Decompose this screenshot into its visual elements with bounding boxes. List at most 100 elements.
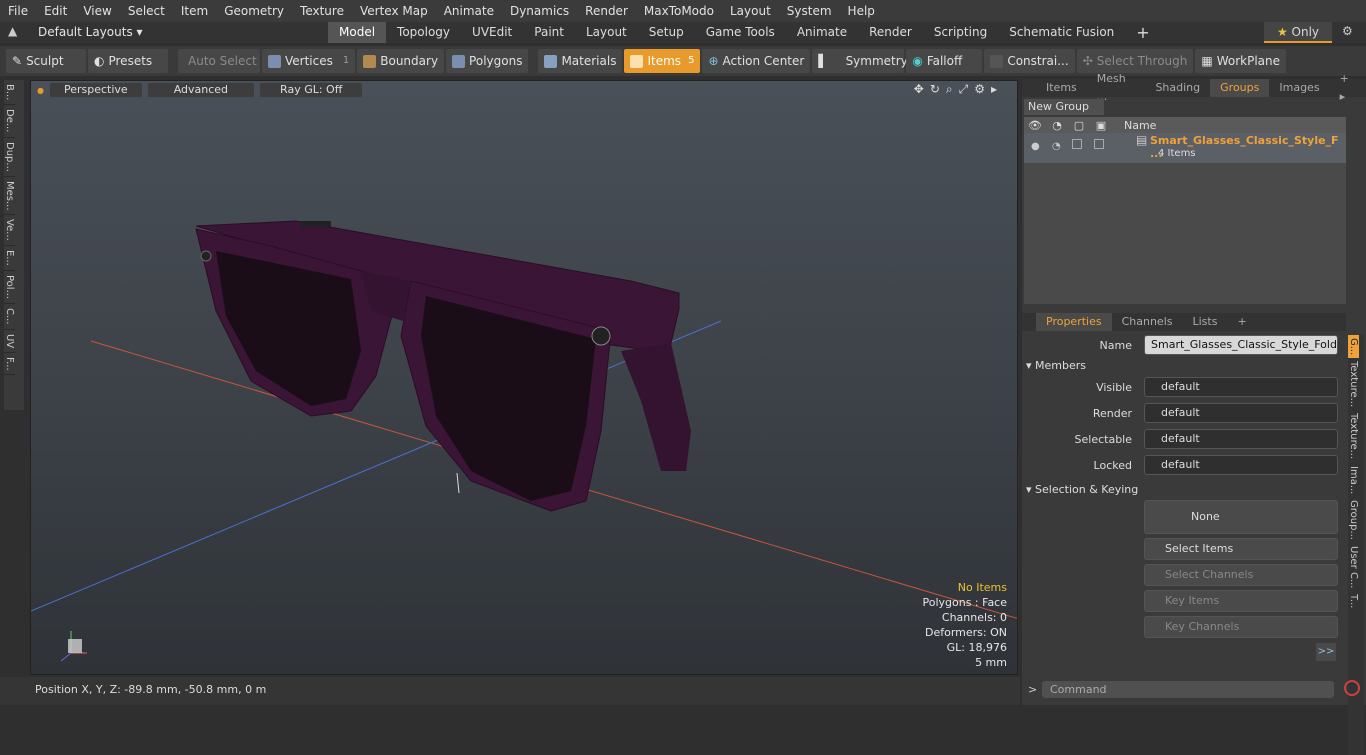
none-button[interactable]: None xyxy=(1144,500,1338,534)
locked-select[interactable]: default xyxy=(1144,455,1338,475)
materials-button[interactable]: Materials xyxy=(538,49,623,73)
left-tab-2[interactable]: De... xyxy=(4,105,15,138)
symmetry-button[interactable]: ▌ Symmetry xyxy=(812,49,908,73)
rtab-5[interactable]: Group... xyxy=(1348,497,1359,543)
menu-system[interactable]: System xyxy=(779,4,840,18)
command-input[interactable]: Command xyxy=(1042,681,1334,698)
key-items-button[interactable]: Key Items xyxy=(1144,590,1338,612)
layout-up-icon[interactable]: ▲ xyxy=(8,24,17,38)
members-section[interactable]: ▾ Members xyxy=(1026,359,1086,372)
tab-model[interactable]: Model xyxy=(328,22,387,43)
more-button[interactable]: >> xyxy=(1316,643,1336,661)
falloff-button[interactable]: ◉ Falloff xyxy=(906,49,983,73)
left-tab-1[interactable]: B... xyxy=(4,80,15,106)
tab-images[interactable]: Images xyxy=(1269,79,1329,97)
props-add-icon[interactable]: + xyxy=(1227,313,1256,331)
tab-topology[interactable]: Topology xyxy=(386,22,461,43)
tab-channels[interactable]: Channels xyxy=(1112,313,1183,331)
constraints-icon xyxy=(990,54,1004,68)
left-tab-4[interactable]: Mes... xyxy=(4,177,15,216)
eye-icon[interactable]: 👁 xyxy=(1024,119,1046,132)
rtab-4[interactable]: Ima... xyxy=(1348,463,1359,497)
select-items-button[interactable]: Select Items xyxy=(1144,538,1338,560)
polygons-button[interactable]: Polygons xyxy=(446,49,529,73)
key-channels-button[interactable]: Key Channels xyxy=(1144,616,1338,638)
workplane-button[interactable]: ▦ WorkPlane xyxy=(1195,49,1287,73)
lock-icon[interactable]: ▢ xyxy=(1068,119,1090,132)
select-channels-button[interactable]: Select Channels xyxy=(1144,564,1338,586)
menu-dynamics[interactable]: Dynamics xyxy=(502,4,577,18)
rtab-2[interactable]: Texture... xyxy=(1348,358,1359,410)
tab-layout[interactable]: Layout xyxy=(575,22,638,43)
group-visibility-icon[interactable]: ● xyxy=(1031,141,1040,152)
menu-view[interactable]: View xyxy=(75,4,119,18)
menu-file[interactable]: File xyxy=(0,4,36,18)
tab-groups[interactable]: Groups xyxy=(1210,79,1270,97)
select-icon[interactable]: ▣ xyxy=(1090,119,1112,132)
gear-icon[interactable]: ⚙ xyxy=(1342,24,1353,38)
left-tab-3[interactable]: Dup... xyxy=(4,138,15,177)
panel-add-icon[interactable]: + ▸ xyxy=(1330,70,1366,106)
rtab-1[interactable]: G... xyxy=(1348,335,1359,359)
menu-texture[interactable]: Texture xyxy=(292,4,352,18)
menu-vertex-map[interactable]: Vertex Map xyxy=(352,4,436,18)
render-icon[interactable]: ◔ xyxy=(1046,119,1068,132)
rtab-7[interactable]: T... xyxy=(1348,591,1359,611)
tab-items[interactable]: Items xyxy=(1036,79,1087,97)
add-tab-icon[interactable]: + xyxy=(1125,22,1160,43)
left-tab-9[interactable]: UV xyxy=(4,330,15,353)
left-tab-5[interactable]: Ve... xyxy=(4,215,15,247)
menu-render[interactable]: Render xyxy=(577,4,636,18)
group-row[interactable]: ● ◔ ▤ Smart_Glasses_Classic_Style_F ... … xyxy=(1024,133,1346,163)
3d-viewport[interactable]: ● Perspective Advanced Ray GL: Off ✥↻⌕⤢⚙… xyxy=(30,80,1018,675)
left-tab-6[interactable]: E... xyxy=(4,246,15,271)
menu-animate[interactable]: Animate xyxy=(436,4,502,18)
vertices-button[interactable]: Vertices 1 xyxy=(262,49,356,73)
tab-schematic-fusion[interactable]: Schematic Fusion xyxy=(998,22,1125,43)
tab-setup[interactable]: Setup xyxy=(638,22,695,43)
layout-select[interactable]: Default Layouts ▾ xyxy=(38,25,143,39)
menu-maxtomodo[interactable]: MaxToModo xyxy=(636,4,722,18)
name-label: Name xyxy=(1099,339,1132,352)
selection-keying-section[interactable]: ▾ Selection & Keying xyxy=(1026,483,1138,496)
selectable-label: Selectable xyxy=(1074,433,1132,446)
menu-item[interactable]: Item xyxy=(173,4,216,18)
boundary-button[interactable]: Boundary xyxy=(357,49,445,73)
tab-scripting[interactable]: Scripting xyxy=(923,22,998,43)
auto-select-button[interactable]: Auto Select xyxy=(178,49,260,73)
sculpt-button[interactable]: ✎ Sculpt xyxy=(6,49,86,73)
tab-properties[interactable]: Properties xyxy=(1036,313,1112,331)
group-lock-icon[interactable] xyxy=(1072,139,1082,149)
left-tab-7[interactable]: Pol... xyxy=(4,271,15,304)
tab-shading[interactable]: Shading xyxy=(1145,79,1210,97)
selectable-select[interactable]: default xyxy=(1144,429,1338,449)
tab-render[interactable]: Render xyxy=(858,22,923,43)
tab-game-tools[interactable]: Game Tools xyxy=(695,22,786,43)
items-button[interactable]: Items 5 xyxy=(624,49,701,73)
menu-help[interactable]: Help xyxy=(840,4,883,18)
action-center-button[interactable]: ⊕ Action Center xyxy=(702,49,811,73)
left-tab-8[interactable]: C... xyxy=(4,304,15,330)
menu-select[interactable]: Select xyxy=(120,4,173,18)
record-icon[interactable] xyxy=(1344,680,1360,696)
visible-select[interactable]: default xyxy=(1144,377,1338,397)
rtab-6[interactable]: User C... xyxy=(1348,543,1359,592)
rtab-3[interactable]: Texture... xyxy=(1348,410,1359,462)
left-tab-10[interactable]: F... xyxy=(4,353,15,376)
presets-button[interactable]: ◐ Presets xyxy=(88,49,168,73)
group-select-icon[interactable] xyxy=(1094,139,1104,149)
menu-geometry[interactable]: Geometry xyxy=(216,4,292,18)
tab-paint[interactable]: Paint xyxy=(523,22,575,43)
tab-lists[interactable]: Lists xyxy=(1183,313,1228,331)
group-render-icon[interactable]: ◔ xyxy=(1052,141,1061,152)
menu-layout[interactable]: Layout xyxy=(722,4,779,18)
tab-animate[interactable]: Animate xyxy=(786,22,858,43)
name-row: Name Smart_Glasses_Classic_Style_Folded … xyxy=(1022,335,1342,357)
render-select[interactable]: default xyxy=(1144,403,1338,423)
constraints-button[interactable]: Constrai... xyxy=(984,49,1075,73)
menu-edit[interactable]: Edit xyxy=(36,4,75,18)
new-group-button[interactable]: New Group xyxy=(1024,99,1104,115)
name-field[interactable]: Smart_Glasses_Classic_Style_Folded ( xyxy=(1144,335,1338,355)
only-toggle[interactable]: ★ Only xyxy=(1264,22,1332,43)
tab-uvedit[interactable]: UVEdit xyxy=(461,22,523,43)
